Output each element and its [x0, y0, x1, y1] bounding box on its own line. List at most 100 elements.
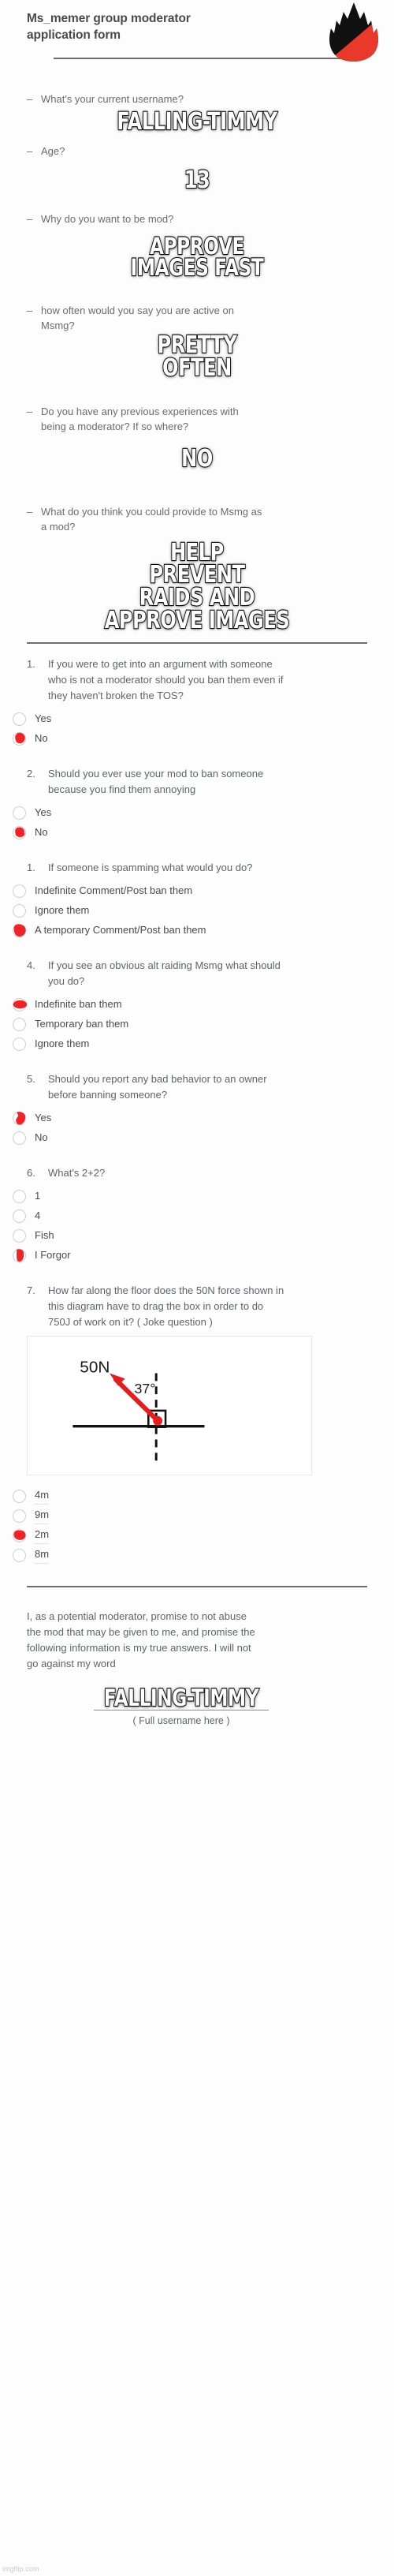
option-row[interactable]: 4 [0, 1206, 394, 1226]
option-row[interactable]: Ignore them [0, 1034, 394, 1054]
question-text: If you see an obvious alt raiding Msmg w… [48, 959, 281, 987]
option-row[interactable]: 8m [0, 1546, 394, 1565]
qa-item: – Do you have any previous experiences w… [0, 396, 394, 471]
radio-button-icon[interactable] [12, 996, 28, 1013]
option-row[interactable]: Ignore them [0, 901, 394, 921]
question-number: 5. [27, 1072, 35, 1085]
multiple-choice-section: 1. If you were to get into an argument w… [0, 644, 394, 1586]
option-row[interactable]: Fish [0, 1226, 394, 1246]
question-text: Should you report any bad behavior to an… [48, 1072, 267, 1101]
question-text: Should you ever use your mod to ban some… [48, 767, 264, 795]
force-label: 50N [80, 1358, 110, 1376]
meme-image: Ms_memer group moderator application for… [0, 0, 394, 2576]
option-label: 2m [35, 1527, 50, 1545]
option-label: Indefinite ban them [35, 998, 122, 1011]
option-label: Ignore them [35, 1038, 90, 1050]
handwritten-answer: 13 [184, 166, 211, 194]
radio-button-icon[interactable] [13, 1209, 26, 1223]
option-row[interactable]: Yes [0, 709, 394, 729]
option-row[interactable]: 4m [0, 1486, 394, 1506]
option-label: Yes [35, 1112, 52, 1124]
question-number: 1. [27, 861, 35, 873]
radio-button-icon[interactable] [13, 1228, 26, 1243]
radio-button-icon[interactable] [12, 922, 28, 939]
red-scribble-mark [12, 922, 28, 939]
option-label: Indefinite Comment/Post ban them [35, 884, 193, 897]
radio-button-icon[interactable] [13, 1489, 26, 1503]
option-row[interactable]: Indefinite ban them [0, 995, 394, 1015]
qa-item: – What's your current username? FALLING-… [0, 84, 394, 134]
radio-button-icon[interactable] [13, 825, 26, 839]
pledge-text: I, as a potential moderator, promise to … [27, 1610, 255, 1669]
radio-button-icon[interactable] [13, 731, 26, 746]
option-row[interactable]: Temporary ban them [0, 1015, 394, 1034]
option-row[interactable]: No [0, 823, 394, 843]
radio-button-icon[interactable] [13, 903, 26, 918]
handwritten-answer: PRETTY OFTEN [157, 331, 238, 383]
bullet-dash: – [27, 305, 33, 317]
option-label: I Forgor [35, 1249, 71, 1262]
option-row[interactable]: A temporary Comment/Post ban them [0, 921, 394, 940]
handwritten-answer: FALLING-TIMMY [117, 108, 278, 136]
signature-answer: FALLING-TIMMY [103, 1684, 259, 1711]
option-label: Yes [35, 712, 52, 725]
bullet-dash: – [27, 405, 33, 417]
option-row[interactable]: 9m [0, 1506, 394, 1526]
question-text: how often would you say you are active o… [41, 305, 234, 332]
qa-item: – how often would you say you are active… [0, 295, 394, 380]
header-divider [54, 57, 340, 59]
option-row[interactable]: Yes [0, 1109, 394, 1128]
question-block: 1. If someone is spamming what would you… [0, 860, 394, 958]
question-text: Age? [41, 144, 65, 157]
radio-button-icon[interactable] [13, 712, 26, 726]
radio-button-icon[interactable] [13, 884, 26, 898]
option-row[interactable]: 1 [0, 1187, 394, 1206]
radio-button-icon[interactable] [13, 806, 26, 820]
radio-button-icon[interactable] [13, 1017, 26, 1031]
radio-button-icon[interactable] [13, 1037, 26, 1051]
form-header: Ms_memer group moderator application for… [0, 0, 394, 76]
bullet-dash: – [27, 212, 33, 225]
option-row[interactable]: No [0, 1128, 394, 1148]
option-label: 9m [35, 1507, 50, 1525]
bullet-dash: – [27, 144, 33, 157]
radio-button-icon[interactable] [13, 1131, 26, 1145]
option-row[interactable]: I Forgor [0, 1246, 394, 1266]
question-text: If you were to get into an argument with… [48, 657, 284, 701]
question-number: 7. [27, 1284, 35, 1296]
option-label: No [35, 826, 48, 839]
question-text: What do you think you could provide to M… [41, 505, 262, 533]
option-label: Yes [35, 806, 52, 819]
option-row[interactable]: No [0, 729, 394, 749]
radio-button-icon[interactable] [13, 1528, 26, 1542]
question-block: 5. Should you report any bad behavior to… [0, 1071, 394, 1165]
question-block: 2. Should you ever use your mod to ban s… [0, 766, 394, 860]
qa-item: – Age? 13 [0, 136, 394, 193]
radio-button-icon[interactable] [12, 1247, 28, 1264]
radio-button-icon[interactable] [13, 1189, 26, 1203]
red-scribble-mark [12, 996, 28, 1013]
radio-button-icon[interactable] [13, 1509, 26, 1523]
radio-button-icon[interactable] [13, 1548, 26, 1562]
option-label: Ignore them [35, 904, 90, 917]
option-label: No [35, 1131, 48, 1144]
question-text: If someone is spamming what would you do… [48, 861, 253, 873]
signature-caption: ( Full username here ) [132, 1714, 230, 1726]
option-label: 4m [35, 1487, 50, 1505]
option-row[interactable]: Yes [0, 803, 394, 823]
imgflip-watermark: imgflip.com [2, 2565, 39, 2573]
option-label: A temporary Comment/Post ban them [35, 924, 206, 937]
short-answer-section: – What's your current username? FALLING-… [0, 76, 394, 642]
red-scribble-mark [12, 1247, 28, 1264]
option-row[interactable]: Indefinite Comment/Post ban them [0, 881, 394, 901]
handwritten-answer: HELP PREVENT RAIDS AND APPROVE IMAGES [104, 538, 291, 635]
qa-item: – Why do you want to be mod? APPROVE IMA… [0, 204, 394, 280]
question-text: Do you have any previous experiences wit… [41, 405, 239, 432]
option-row[interactable]: 2m [0, 1526, 394, 1546]
option-label: Fish [35, 1229, 54, 1242]
qa-item: – What do you think you could provide to… [0, 496, 394, 635]
page-title: Ms_memer group moderator application for… [27, 12, 191, 42]
radio-button-icon[interactable] [13, 1111, 26, 1125]
question-block: 1. If you were to get into an argument w… [0, 656, 394, 766]
handwritten-answer: NO [180, 444, 214, 473]
